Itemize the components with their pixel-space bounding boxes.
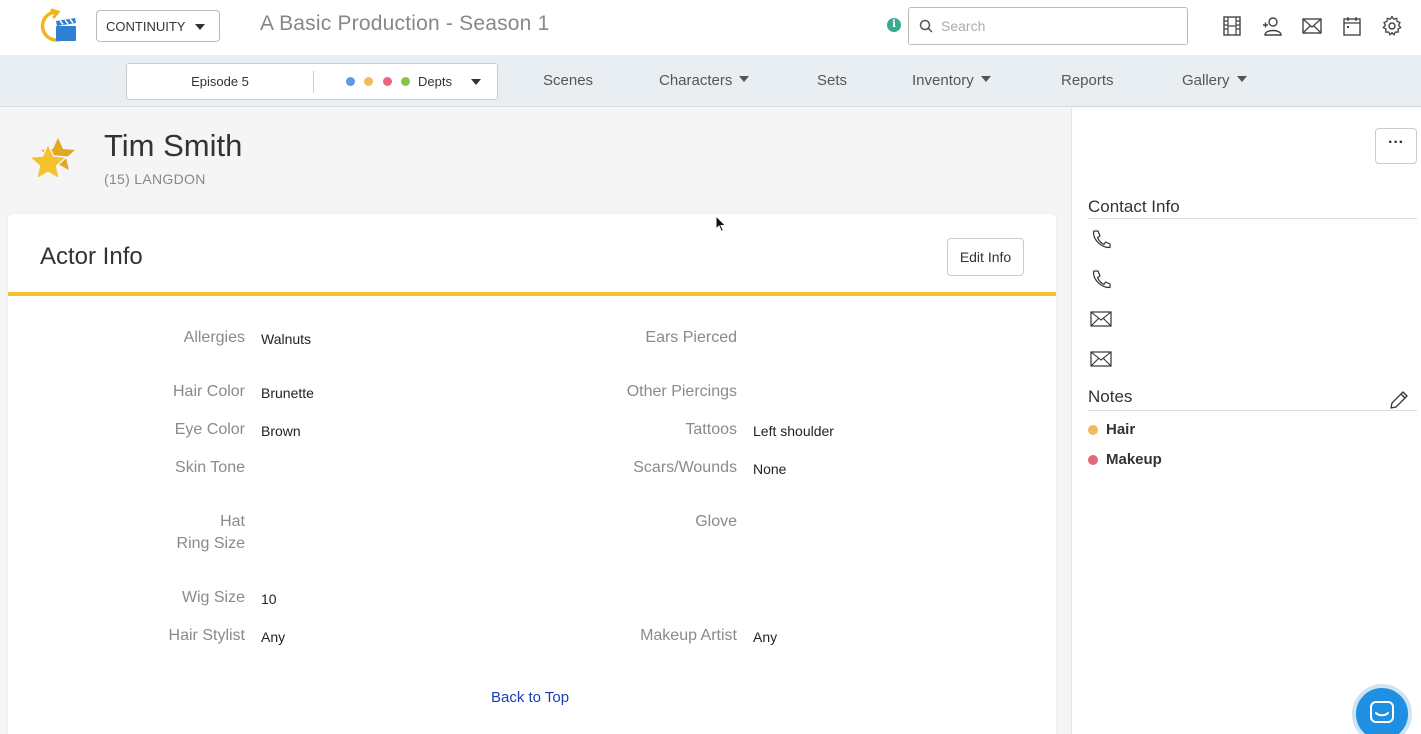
calendar-icon[interactable] [1341, 15, 1363, 37]
search-icon [919, 19, 933, 33]
divider [1088, 218, 1417, 219]
field-value: Any [753, 629, 778, 645]
field-label: Eye Color [174, 421, 245, 438]
nav-label: Scenes [543, 72, 594, 89]
edit-info-button[interactable]: Edit Info [947, 238, 1024, 276]
field-value: Brunette [261, 385, 314, 401]
field-value: Left shoulder [753, 423, 834, 439]
chevron-down-icon[interactable] [471, 79, 481, 85]
note-hair[interactable]: Hair [1106, 421, 1135, 438]
character-name: Tim Smith [104, 128, 243, 163]
app-mode-label: CONTINUITY [106, 18, 186, 34]
dept-dot [401, 77, 410, 86]
nav-label: Sets [817, 72, 848, 89]
contact-info-heading: Contact Info [1088, 197, 1180, 216]
app-mode-select[interactable]: CONTINUITY [96, 10, 220, 42]
chevron-down-icon [980, 76, 991, 83]
note-dot-makeup [1088, 455, 1098, 465]
gear-icon[interactable] [1381, 15, 1403, 37]
phone-icon[interactable] [1090, 269, 1112, 289]
divider [313, 71, 314, 93]
nav-scenes[interactable]: Scenes [543, 55, 593, 107]
field-label: Makeup Artist [640, 627, 737, 644]
nav-gallery[interactable]: Gallery [1182, 55, 1247, 107]
notes-heading: Notes [1088, 387, 1133, 406]
note-dot-hair [1088, 425, 1098, 435]
field-label: Ears Pierced [645, 329, 737, 346]
secondary-nav: Episode 5 Depts Scenes Characters Sets I… [0, 55, 1421, 107]
continuity-logo-icon[interactable] [38, 8, 78, 44]
nav-label: Gallery [1182, 72, 1230, 89]
field-label: Hair Stylist [168, 627, 245, 644]
add-user-icon[interactable] [1261, 15, 1283, 37]
chat-launcher-button[interactable] [1352, 684, 1412, 734]
search-input[interactable] [941, 18, 1171, 34]
episode-dept-selector: Episode 5 Depts [126, 63, 498, 100]
chevron-down-icon [1236, 76, 1247, 83]
chat-icon [1370, 701, 1394, 723]
nav-inventory[interactable]: Inventory [912, 55, 991, 107]
film-icon[interactable] [1221, 15, 1243, 37]
mail-icon[interactable] [1090, 309, 1112, 329]
search-box[interactable] [908, 7, 1188, 45]
mail-icon[interactable] [1301, 15, 1323, 37]
field-label: Skin Tone [175, 459, 245, 476]
nav-label: Inventory [912, 72, 974, 89]
field-label: Glove [695, 513, 737, 530]
field-label: Allergies [183, 329, 245, 346]
field-label: Hair Color [172, 383, 245, 400]
divider [1088, 410, 1417, 411]
top-header: CONTINUITY A Basic Production - Season 1… [0, 0, 1421, 55]
field-value: Any [261, 629, 286, 645]
dept-dot [346, 77, 355, 86]
nav-label: Reports [1061, 72, 1114, 89]
back-to-top-link[interactable]: Back to Top [491, 689, 569, 706]
chevron-down-icon [195, 24, 205, 30]
mail-icon[interactable] [1090, 349, 1112, 369]
field-value: 10 [261, 591, 277, 607]
nav-characters[interactable]: Characters [659, 55, 750, 107]
depts-select[interactable]: Depts [418, 64, 452, 99]
production-title: A Basic Production - Season 1 [260, 12, 550, 35]
field-label: Scars/Wounds [633, 459, 737, 476]
field-label: Tattoos [685, 421, 737, 438]
pencil-icon[interactable] [1388, 389, 1410, 411]
actor-info-card: Actor Info Edit Info Allergies Walnuts H… [8, 214, 1056, 734]
dept-dot [364, 77, 373, 86]
character-header: Tim Smith (15) LANGDON [0, 108, 1058, 208]
field-label: Hat Ring Size [176, 513, 245, 552]
info-icon[interactable]: i [887, 18, 901, 32]
nav-sets[interactable]: Sets [817, 55, 847, 107]
phone-icon[interactable] [1090, 229, 1112, 249]
divider [8, 292, 1056, 296]
episode-select[interactable]: Episode 5 [127, 64, 313, 99]
nav-label: Characters [659, 72, 733, 89]
more-options-button[interactable]: ··· [1375, 128, 1417, 164]
mouse-cursor-icon [715, 215, 727, 233]
chevron-down-icon [739, 76, 750, 83]
field-value: Walnuts [261, 331, 312, 347]
field-label: Wig Size [181, 589, 245, 606]
field-value: Brown [261, 423, 301, 439]
field-value: None [753, 461, 787, 477]
side-panel: ··· Contact Info Notes Hair Makeup [1071, 108, 1421, 734]
nav-reports[interactable]: Reports [1061, 55, 1114, 107]
note-makeup[interactable]: Makeup [1106, 451, 1162, 468]
field-label: Other Piercings [626, 383, 737, 400]
character-subtitle: (15) LANGDON [104, 171, 206, 187]
card-title: Actor Info [40, 243, 143, 270]
star-icon [27, 138, 75, 181]
dept-dot [383, 77, 392, 86]
